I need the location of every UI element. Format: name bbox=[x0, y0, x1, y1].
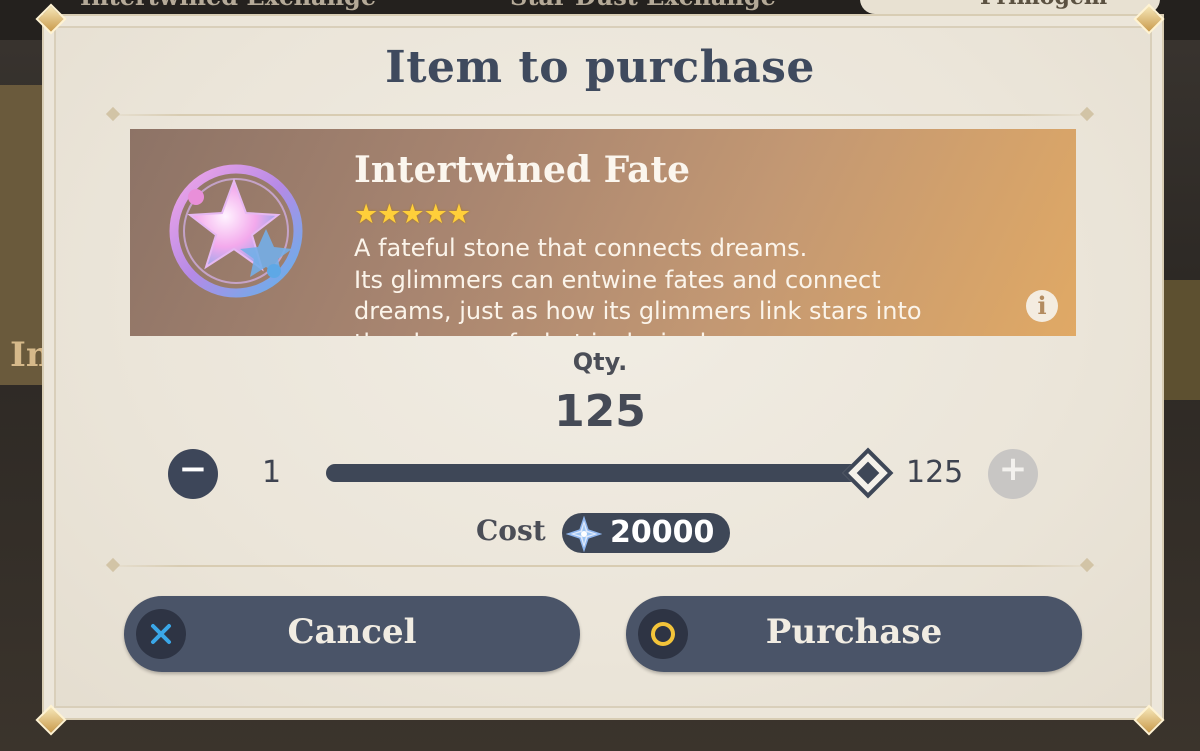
item-card: Intertwined Fate ★★★★★ A fateful stone t… bbox=[130, 129, 1076, 336]
rarity-stars: ★★★★★ bbox=[354, 199, 471, 230]
intertwined-fate-icon bbox=[169, 164, 303, 298]
ornamental-divider bbox=[100, 565, 1100, 567]
background-tab-intertwined: Intertwined Exchange bbox=[80, 0, 376, 14]
description-line: A fateful stone that connects dreams. bbox=[354, 234, 808, 262]
description-line: the shapes of what is desired... bbox=[354, 328, 1014, 337]
slider-max-label: 125 bbox=[906, 455, 964, 490]
dialog-title: Item to purchase bbox=[385, 42, 815, 93]
decrease-quantity-button[interactable]: − bbox=[168, 449, 218, 499]
item-description: A fateful stone that connects dreams. It… bbox=[354, 233, 1014, 336]
quantity-label: Qty. bbox=[572, 348, 628, 376]
item-name: Intertwined Fate bbox=[354, 149, 691, 191]
quantity-value: 125 bbox=[554, 386, 646, 437]
ornamental-divider bbox=[100, 114, 1100, 116]
increase-quantity-button[interactable]: + bbox=[988, 449, 1038, 499]
background-currency-bar: Primogem bbox=[860, 0, 1160, 14]
quantity-slider-track[interactable] bbox=[326, 464, 866, 482]
cost-pill: 20000 bbox=[562, 513, 730, 553]
background-side-panel-right bbox=[1160, 280, 1200, 400]
slider-min-label: 1 bbox=[262, 455, 282, 490]
cancel-button-label: Cancel bbox=[287, 612, 417, 652]
description-line: dreams, just as how its glimmers link st… bbox=[354, 297, 922, 325]
description-line: Its glimmers can entwine fates and conne… bbox=[354, 265, 881, 294]
cancel-button[interactable]: Cancel bbox=[124, 596, 580, 672]
purchase-button[interactable]: Purchase bbox=[626, 596, 1082, 672]
cost-label: Cost bbox=[476, 514, 546, 547]
purchase-button-label: Purchase bbox=[765, 612, 943, 652]
background-tab-stardust: Star Dust Exchange bbox=[510, 0, 776, 14]
cost-value: 20000 bbox=[610, 515, 715, 550]
primogem-icon bbox=[566, 516, 602, 552]
info-icon[interactable]: i bbox=[1026, 290, 1058, 322]
